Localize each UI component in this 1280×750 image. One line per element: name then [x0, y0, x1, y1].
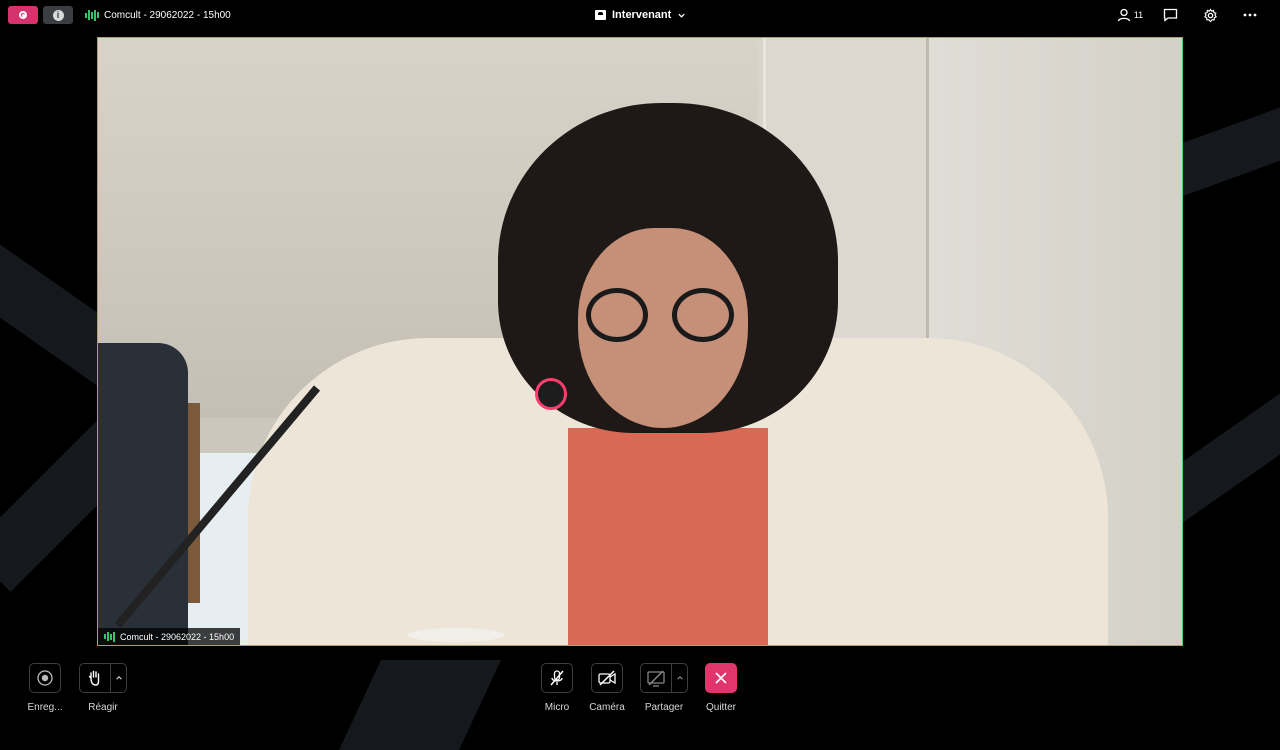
video-scene-glasses: [672, 288, 734, 342]
settings-button[interactable]: [1190, 0, 1230, 30]
settings-icon: [1203, 7, 1217, 22]
video-scene-shirt: [568, 428, 768, 645]
chevron-up-icon: [676, 676, 683, 680]
quit-button[interactable]: [705, 663, 737, 693]
video-scene-glasses: [586, 288, 648, 342]
close-icon: [715, 672, 727, 684]
chevron-up-icon: [115, 676, 122, 680]
record-icon: [19, 11, 27, 19]
participants-icon: [1117, 8, 1130, 22]
record-label: Enreg...: [27, 702, 63, 713]
info-icon: i: [52, 9, 64, 21]
record-icon: [37, 670, 53, 686]
share-options-button[interactable]: [672, 663, 688, 693]
chat-icon: [1163, 8, 1177, 22]
screen-share-off-icon: [647, 670, 665, 687]
audio-bars-icon: [104, 631, 115, 643]
video-label-text: Comcult - 29062022 - 15h00: [120, 631, 235, 642]
layout-icon: [595, 10, 606, 20]
react-options-button[interactable]: [111, 663, 127, 693]
react-label: Réagir: [88, 702, 118, 713]
more-button[interactable]: [1230, 0, 1270, 30]
background-stripe: [339, 660, 501, 750]
participants-button[interactable]: 11: [1110, 0, 1150, 30]
camera-off-icon: [598, 670, 616, 686]
speaker-video[interactable]: Comcult - 29062022 - 15h00: [97, 37, 1183, 646]
meeting-title-text: Comcult - 29062022 - 15h00: [104, 9, 231, 21]
recording-indicator-button[interactable]: [8, 6, 38, 24]
micro-label: Micro: [544, 702, 570, 713]
share-label: Partager: [644, 702, 684, 713]
layout-label: Intervenant: [612, 9, 672, 21]
chevron-down-icon: [678, 13, 685, 18]
record-button[interactable]: [29, 663, 61, 693]
video-name-label: Comcult - 29062022 - 15h00: [98, 628, 241, 645]
more-icon: [1243, 13, 1257, 17]
info-button[interactable]: i: [43, 6, 73, 24]
camera-button[interactable]: [591, 663, 623, 693]
micro-button[interactable]: [541, 663, 573, 693]
share-button[interactable]: [640, 663, 672, 693]
quit-label: Quitter: [705, 702, 736, 713]
camera-label: Caméra: [589, 702, 625, 713]
video-scene-cup: [408, 628, 504, 642]
react-button[interactable]: [79, 663, 111, 693]
microphone-muted-icon: [550, 670, 564, 686]
hand-icon: [88, 670, 100, 686]
audio-bars-icon: [85, 9, 99, 21]
meeting-title: Comcult - 29062022 - 15h00: [85, 9, 231, 21]
video-scene-microphone-head: [535, 378, 567, 410]
chat-button[interactable]: [1150, 0, 1190, 30]
participant-count: 11: [1133, 10, 1144, 20]
top-bar-actions: 11: [1110, 0, 1270, 30]
layout-selector[interactable]: Intervenant: [595, 0, 686, 30]
